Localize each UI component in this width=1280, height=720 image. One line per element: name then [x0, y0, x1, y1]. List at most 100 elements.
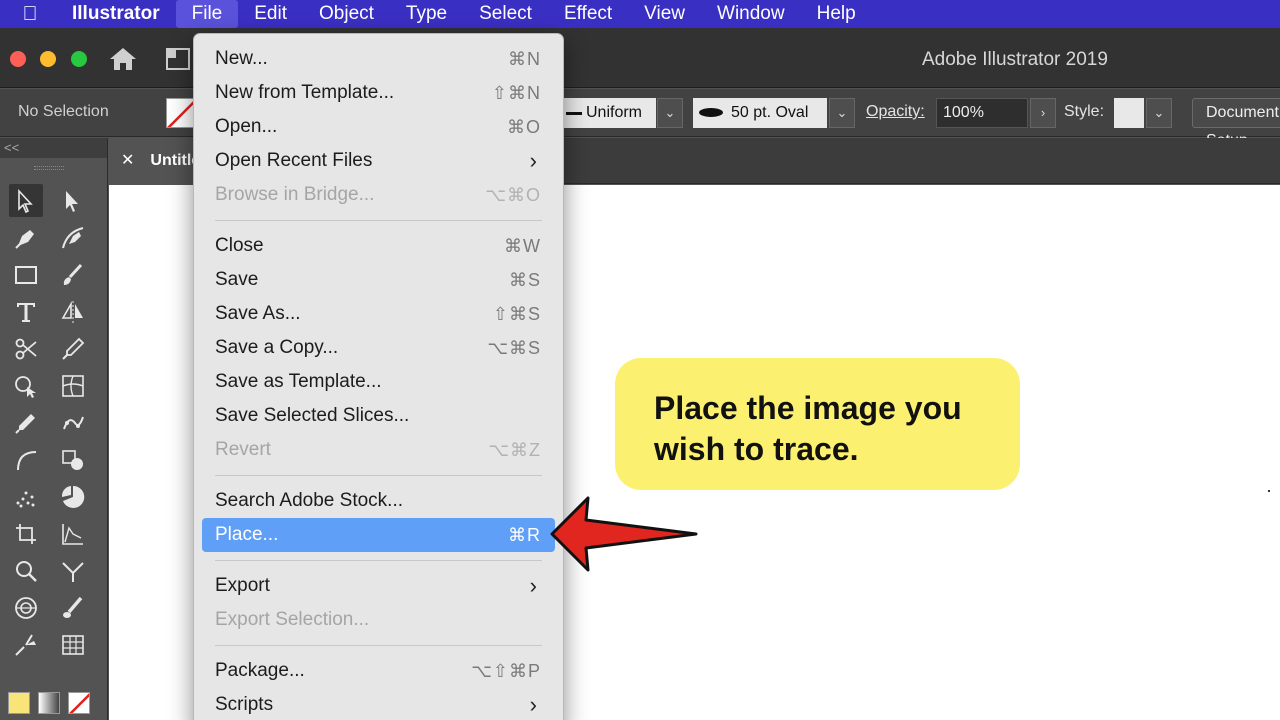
home-icon[interactable] [108, 46, 138, 72]
menu-item-shortcut: ⌥⇧⌘P [471, 661, 541, 681]
opacity-input[interactable]: 100% [936, 98, 1028, 128]
opacity-stepper-chevron-icon[interactable]: › [1030, 98, 1056, 128]
shape-tool-icon[interactable] [56, 443, 90, 476]
none-icon [69, 693, 89, 713]
gradient-swatch[interactable] [38, 692, 60, 714]
zoom-window-button[interactable] [71, 51, 87, 67]
workspace-layout-icon[interactable] [166, 48, 190, 70]
paintbrush-tool-icon[interactable] [56, 258, 90, 291]
submenu-chevron-icon: › [529, 692, 537, 717]
document-setup-button[interactable]: Document Setup [1192, 98, 1280, 149]
close-window-button[interactable] [10, 51, 26, 67]
rectangle-tool-icon[interactable] [9, 258, 43, 291]
scissors-tool-icon[interactable] [9, 332, 43, 365]
menu-item-shortcut: ⌥⌘S [487, 338, 541, 358]
slice-tool-icon[interactable] [56, 628, 90, 661]
symbol-sprayer-tool-icon[interactable] [9, 480, 43, 513]
menu-item-export[interactable]: Export › [202, 569, 555, 603]
menu-object[interactable]: Object [303, 0, 390, 28]
menu-item-shortcut: ⌥⌘O [485, 185, 541, 205]
direct-selection-tool-icon[interactable] [56, 184, 90, 217]
menu-item-save-as-template[interactable]: Save as Template... [202, 365, 555, 399]
eyedropper-tool-icon[interactable] [56, 332, 90, 365]
blend-tool-icon[interactable] [9, 591, 43, 624]
menu-separator [215, 552, 542, 569]
menu-item-label: Place... [215, 524, 279, 545]
menu-file[interactable]: File [175, 0, 239, 28]
selection-tool-icon[interactable] [9, 184, 43, 217]
menu-item-save-selected-slices[interactable]: Save Selected Slices... [202, 399, 555, 433]
fill-color-swatch[interactable] [8, 692, 30, 714]
document-tab[interactable]: ✕ Untitled-1 [109, 138, 199, 184]
canvas-point [1268, 490, 1270, 492]
menu-select[interactable]: Select [463, 0, 548, 28]
menu-effect[interactable]: Effect [548, 0, 628, 28]
menu-item-shortcut: ⇧⌘N [491, 83, 541, 103]
submenu-chevron-icon: › [529, 148, 537, 173]
brush-dropdown-chevron-icon[interactable]: ⌄ [829, 98, 855, 128]
close-tab-icon[interactable]: ✕ [121, 152, 134, 169]
tools-panel: << [0, 138, 108, 720]
color-picker-tool-icon[interactable] [9, 406, 43, 439]
menu-item-open[interactable]: Open... ⌘O [202, 110, 555, 144]
type-tool-icon[interactable] [9, 295, 43, 328]
style-dropdown-chevron-icon[interactable]: ⌄ [1146, 98, 1172, 128]
pie-graph-tool-icon[interactable] [56, 480, 90, 513]
menu-item-place[interactable]: Place... ⌘R [202, 518, 555, 552]
graphic-style-swatch[interactable] [1114, 98, 1144, 128]
menu-item-package[interactable]: Package... ⌥⇧⌘P [202, 654, 555, 688]
menu-item-new-from-template[interactable]: New from Template... ⇧⌘N [202, 76, 555, 110]
control-bar: No Selection Uniform ⌄ 50 pt. Oval ⌄ Opa… [0, 89, 1280, 149]
arc-tool-icon[interactable] [9, 443, 43, 476]
menu-item-new[interactable]: New... ⌘N [202, 42, 555, 76]
apple-icon[interactable]:  [0, 3, 60, 26]
brush-definition[interactable]: 50 pt. Oval [693, 98, 827, 128]
menu-window[interactable]: Window [701, 0, 801, 28]
menu-type[interactable]: Type [390, 0, 463, 28]
fill-swatch[interactable] [166, 98, 196, 128]
blob-brush-tool-icon[interactable] [56, 591, 90, 624]
minimize-window-button[interactable] [40, 51, 56, 67]
zoom-tool-icon[interactable] [9, 554, 43, 587]
window-title: Adobe Illustrator 2019 [922, 49, 1108, 70]
mesh-tool-icon[interactable] [56, 369, 90, 402]
app-menu[interactable]: Illustrator [60, 0, 176, 28]
menu-item-open-recent-files[interactable]: Open Recent Files › [202, 144, 555, 178]
opacity-label[interactable]: Opacity: [866, 103, 925, 121]
menu-item-scripts[interactable]: Scripts › [202, 688, 555, 720]
callout-box: Place the image you wish to trace. [615, 358, 1020, 490]
none-swatch[interactable] [68, 692, 90, 714]
menu-edit[interactable]: Edit [238, 0, 303, 28]
menu-item-shortcut: ⌘W [504, 236, 541, 256]
menu-help[interactable]: Help [801, 0, 872, 28]
submenu-chevron-icon: › [529, 573, 537, 598]
file-menu: New... ⌘N New from Template... ⇧⌘N Open... ⌘O… [193, 33, 564, 720]
free-transform-tool-icon[interactable] [9, 628, 43, 661]
profile-dropdown-chevron-icon[interactable]: ⌄ [657, 98, 683, 128]
shape-builder-tool-icon[interactable] [9, 369, 43, 402]
menu-item-label: Save Selected Slices... [215, 405, 410, 426]
menu-item-save[interactable]: Save ⌘S [202, 263, 555, 297]
artboard-tool-icon[interactable] [9, 517, 43, 550]
menu-item-label: Close [215, 235, 264, 256]
menu-bar:  Illustrator File Edit Object Type Sele… [0, 0, 1280, 28]
puppet-warp-tool-icon[interactable] [56, 406, 90, 439]
curvature-tool-icon[interactable] [56, 221, 90, 254]
pen-tool-icon[interactable] [9, 221, 43, 254]
perspective-grid-tool-icon[interactable] [56, 554, 90, 587]
variable-width-profile[interactable]: Uniform [560, 98, 656, 128]
menu-item-label: Save As... [215, 303, 301, 324]
reflect-tool-icon[interactable] [56, 295, 90, 328]
menu-item-label: Revert [215, 439, 271, 460]
menu-item-search-adobe-stock[interactable]: Search Adobe Stock... [202, 484, 555, 518]
menu-item-save-as[interactable]: Save As... ⇧⌘S [202, 297, 555, 331]
menu-item-label: Save a Copy... [215, 337, 339, 358]
title-bar: Adobe Illustrator 2019 [0, 28, 1280, 88]
menu-item-save-a-copy[interactable]: Save a Copy... ⌥⌘S [202, 331, 555, 365]
collapse-panel-icon[interactable]: << [0, 138, 107, 158]
menu-item-close[interactable]: Close ⌘W [202, 229, 555, 263]
graph-tool-icon[interactable] [56, 517, 90, 550]
menu-view[interactable]: View [628, 0, 701, 28]
panel-grip[interactable] [0, 166, 107, 182]
menu-item-shortcut: ⌘N [508, 49, 541, 69]
